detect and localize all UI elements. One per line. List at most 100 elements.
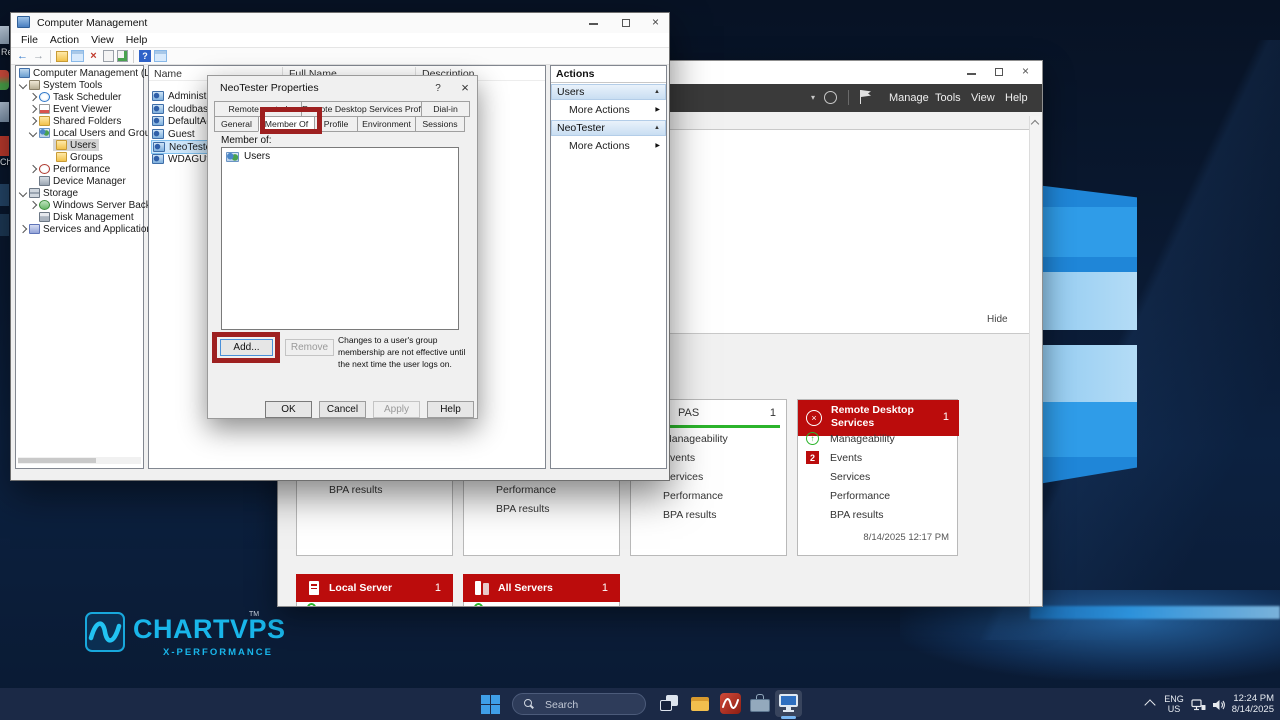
more-actions-users[interactable]: More Actions ▶ [551,102,666,117]
tree-item-task-scheduler[interactable]: Task Scheduler [17,91,142,103]
flag-icon[interactable] [861,90,871,97]
server-manager-button[interactable] [750,694,770,714]
computer-management-button-active[interactable] [775,690,802,717]
close-icon[interactable]: × [456,78,474,96]
chevron-right-icon[interactable] [18,224,28,234]
collapse-icon[interactable]: ▲ [654,125,660,131]
menu-manage[interactable]: Manage [889,92,929,104]
tree-item-root[interactable]: Computer Management (Local [17,67,168,79]
speaker-icon[interactable] [1212,698,1226,716]
remove-button[interactable]: Remove [285,339,334,356]
menu-file[interactable]: File [15,34,44,46]
menu-help[interactable]: Help [120,34,154,46]
tab-general[interactable]: General [214,116,259,132]
delete-icon[interactable]: × [87,50,100,63]
role-tile-rds[interactable]: × Remote Desktop Services 1 ↑ Manageabil… [797,399,959,556]
tab-dial-in[interactable]: Dial-in [421,101,470,117]
local-server-tile[interactable]: Local Server 1 [296,574,453,602]
tile-item[interactable]: Events [830,452,862,464]
chartvps-app-button[interactable] [720,693,741,714]
actions-section-neotester[interactable]: NeoTester ▲ [551,120,666,136]
console-window-icon[interactable] [154,50,167,62]
chevron-down-icon[interactable] [28,128,38,138]
close-icon[interactable]: × [1022,64,1029,78]
tree-item-performance[interactable]: Performance [17,163,142,175]
tray-expand-icon[interactable] [1144,699,1156,711]
tree-item-users[interactable]: Users [17,139,142,151]
file-explorer-button[interactable] [690,694,710,714]
scrollbar[interactable] [1029,116,1040,604]
network-icon[interactable] [1191,698,1206,716]
chevron-right-icon[interactable] [28,200,38,210]
app-icon[interactable] [0,184,9,206]
back-icon[interactable]: ← [16,50,29,63]
tree-item-services-applications[interactable]: Services and Applications [17,223,157,235]
tree-item-disk-management[interactable]: Disk Management [17,211,142,223]
export-list-icon[interactable] [117,50,128,62]
clock[interactable]: 12:24 PM 8/14/2025 [1230,693,1274,715]
ok-button[interactable]: OK [265,401,312,418]
actions-section-users[interactable]: Users ▲ [551,84,666,100]
help-icon[interactable]: ? [139,50,151,62]
search-box[interactable] [512,693,646,716]
tile-item[interactable]: BPA results [830,509,884,521]
tree-item-storage[interactable]: Storage [17,187,142,199]
tree-item-event-viewer[interactable]: Event Viewer [17,103,142,115]
menu-help[interactable]: Help [1005,92,1028,104]
horizontal-scrollbar[interactable] [18,457,141,464]
up-folder-icon[interactable] [56,50,68,62]
tile-item[interactable]: BPA results [663,509,717,521]
minimize-icon[interactable] [589,23,598,25]
close-icon[interactable]: × [652,15,659,29]
menu-tools[interactable]: Tools [935,92,961,104]
maximize-icon[interactable] [995,68,1003,76]
scroll-up-icon[interactable] [1030,119,1040,129]
tree-item-device-manager[interactable]: Device Manager [17,175,142,187]
tree-item-system-tools[interactable]: System Tools [17,79,142,91]
tile-item[interactable]: Performance [830,490,890,502]
tile-item[interactable]: Performance [496,484,556,496]
tab-environment[interactable]: Environment [357,116,416,132]
console-window-icon[interactable] [71,50,84,62]
tile-item[interactable]: BPA results [496,503,550,515]
all-servers-tile[interactable]: All Servers 1 [463,574,620,602]
flag-icon[interactable] [860,90,861,104]
minimize-icon[interactable] [967,73,976,75]
column-header-name[interactable]: Name [154,68,182,80]
group-list-item[interactable]: Users [222,148,458,162]
language-indicator[interactable]: ENG US [1163,694,1185,714]
tile-item[interactable]: Services [830,471,870,483]
menu-view[interactable]: View [971,92,995,104]
app-icon[interactable] [0,102,9,122]
forward-icon[interactable]: → [32,50,45,63]
scrollbar-thumb[interactable] [18,458,96,463]
user-row[interactable]: Guest [152,128,195,140]
member-of-listbox[interactable]: Users [221,147,459,330]
tile-item[interactable]: Manageability [830,433,895,445]
menu-view[interactable]: View [85,34,120,46]
apply-button[interactable]: Apply [373,401,420,418]
menu-action[interactable]: Action [44,34,85,46]
tile-item[interactable]: Manageability [663,433,728,445]
chevron-down-icon[interactable]: ▾ [811,93,815,102]
collapse-icon[interactable]: ▲ [654,89,660,95]
tree-item-groups[interactable]: Groups [17,151,142,163]
app-icon[interactable] [0,214,9,236]
tree-item-local-users-groups[interactable]: Local Users and Groups [17,127,161,139]
task-view-button[interactable] [660,694,680,714]
tree-item-shared-folders[interactable]: Shared Folders [17,115,142,127]
search-input[interactable] [543,694,642,716]
tile-item[interactable]: BPA results [329,484,383,496]
properties-icon[interactable] [103,50,114,62]
tile-item[interactable]: Performance [663,490,723,502]
chevron-down-icon[interactable] [18,80,28,90]
more-actions-neotester[interactable]: More Actions ▶ [551,138,666,153]
chevron-right-icon[interactable] [28,104,38,114]
start-button[interactable] [481,695,500,714]
recycle-bin-icon[interactable] [0,26,9,44]
tree-item-windows-server-backup[interactable]: Windows Server Backup [17,199,162,211]
refresh-icon[interactable] [824,91,837,104]
chevron-down-icon[interactable] [18,188,28,198]
tab-sessions[interactable]: Sessions [415,116,465,132]
chart-app-icon[interactable] [0,136,9,156]
